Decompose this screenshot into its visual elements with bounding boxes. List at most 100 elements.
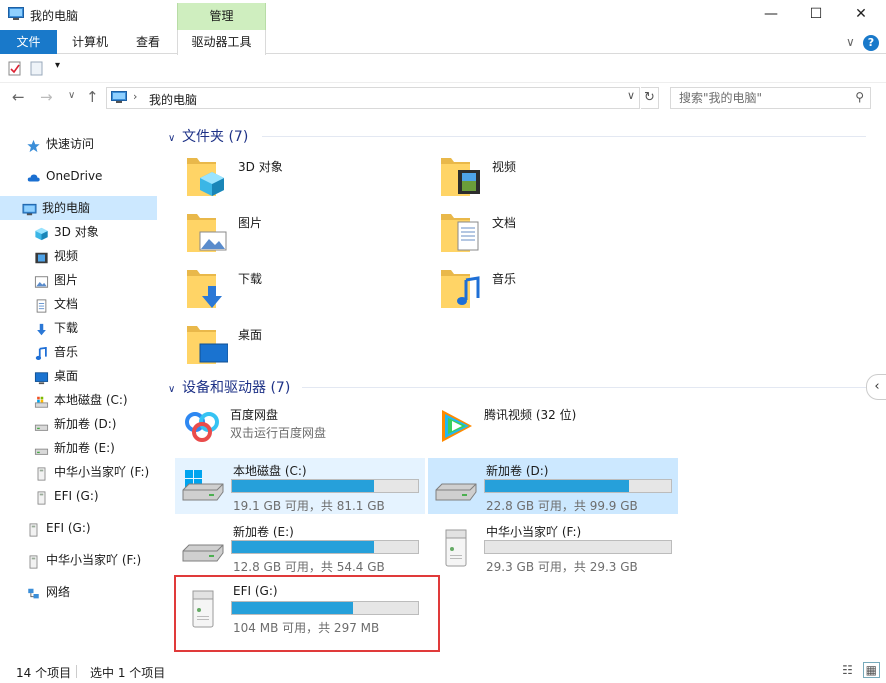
usb-drive-icon — [26, 553, 41, 569]
tab-drive-tools[interactable]: 驱动器工具 — [177, 30, 266, 55]
folder-item[interactable]: 图片 — [186, 208, 416, 256]
properties-icon[interactable] — [8, 61, 22, 79]
search-input[interactable] — [671, 88, 841, 108]
manage-context-tab[interactable]: 管理 — [177, 3, 266, 30]
sidebar-item-video[interactable]: 视频 — [0, 244, 158, 268]
sidebar-item-label: 我的电脑 — [42, 201, 91, 215]
sidebar-item-label: 中华小当家吖 (F:) — [46, 553, 142, 567]
folder-item[interactable]: 视频 — [440, 152, 670, 200]
baidu-netdisk-icon — [185, 412, 219, 442]
app-tencent-video[interactable]: 腾讯视频 (32 位) — [428, 402, 678, 452]
desktop-icon — [34, 369, 49, 385]
search-box[interactable]: ⚲ — [670, 87, 871, 109]
app-baidu-netdisk[interactable]: 百度网盘 双击运行百度网盘 — [174, 402, 424, 452]
sidebar-item-usb-drive[interactable]: EFI (G:) — [0, 516, 158, 540]
sidebar-item-picture[interactable]: 图片 — [0, 268, 158, 292]
sidebar-item-desktop[interactable]: 桌面 — [0, 364, 158, 388]
hard-drive-icon — [179, 529, 227, 567]
sidebar-item-usb-drive[interactable]: EFI (G:) — [0, 484, 158, 508]
address-bar[interactable]: › 我的电脑 ∨ — [106, 87, 640, 109]
large-icons-view-icon[interactable]: ▦ — [862, 662, 880, 678]
drive-space-info: 29.3 GB 可用，共 29.3 GB — [486, 560, 638, 574]
drive-name: 中华小当家吖 (F:) — [486, 525, 582, 539]
folder-item[interactable]: 音乐 — [440, 264, 670, 312]
drive-space-info: 19.1 GB 可用，共 81.1 GB — [233, 499, 385, 513]
minimize-button[interactable]: — — [748, 0, 794, 30]
usb-drive-icon — [34, 489, 49, 505]
sidebar-item-label: 下载 — [54, 321, 79, 335]
collapse-ribbon-icon[interactable]: ∨ — [846, 35, 855, 49]
sidebar-item-cloud[interactable]: OneDrive — [0, 164, 158, 188]
collapse-chevron-icon[interactable]: ∨ — [168, 133, 182, 144]
drive-item[interactable]: 中华小当家吖 (F:) 29.3 GB 可用，共 29.3 GB — [428, 519, 678, 575]
sidebar-item-label: EFI (G:) — [54, 489, 99, 503]
window-title: 我的电脑 — [30, 9, 79, 23]
picture-folder-icon — [186, 208, 228, 254]
group-divider — [302, 387, 866, 388]
sidebar-item-network[interactable]: 网络 — [0, 580, 158, 604]
folder-item[interactable]: 下载 — [186, 264, 416, 312]
sidebar-item-drive[interactable]: 新加卷 (E:) — [0, 436, 158, 460]
sidebar-item-label: 新加卷 (E:) — [54, 441, 115, 455]
sidebar-item-usb-drive[interactable]: 中华小当家吖 (F:) — [0, 548, 158, 572]
maximize-button[interactable]: ☐ — [793, 0, 839, 30]
drive-usage-bar — [231, 479, 419, 493]
sidebar-item-music[interactable]: 音乐 — [0, 340, 158, 364]
close-button[interactable]: ✕ — [838, 0, 884, 30]
drive-usage-bar — [484, 540, 672, 554]
sidebar-item-usb-drive[interactable]: 中华小当家吖 (F:) — [0, 460, 158, 484]
sidebar-item-star[interactable]: 快速访问 — [0, 132, 158, 156]
drive-item[interactable]: 本地磁盘 (C:) 19.1 GB 可用，共 81.1 GB — [175, 458, 425, 514]
breadcrumb-separator-icon[interactable]: › — [133, 90, 137, 103]
drive-item[interactable]: 新加卷 (D:) 22.8 GB 可用，共 99.9 GB — [428, 458, 678, 514]
item-count: 14 个项目 — [16, 666, 72, 680]
sidebar-item-download[interactable]: 下载 — [0, 316, 158, 340]
customize-qat-icon[interactable]: ▾ — [55, 60, 60, 71]
sidebar-item-cube[interactable]: 3D 对象 — [0, 220, 158, 244]
sidebar-item-drive[interactable]: 新加卷 (D:) — [0, 412, 158, 436]
video-folder-icon — [440, 152, 482, 198]
sidebar-item-document[interactable]: 文档 — [0, 292, 158, 316]
sidebar-item-drive-c[interactable]: 本地磁盘 (C:) — [0, 388, 158, 412]
group-divider — [262, 136, 866, 137]
help-icon[interactable]: ? — [863, 35, 879, 51]
tab-file[interactable]: 文件 — [0, 30, 57, 54]
details-view-icon[interactable]: ☷ — [842, 663, 853, 677]
desktop-folder-icon — [186, 320, 229, 366]
search-icon: ⚲ — [855, 90, 864, 104]
folder-item[interactable]: 桌面 — [186, 320, 416, 368]
new-folder-icon[interactable] — [30, 61, 44, 79]
devices-group-header[interactable]: ∨ 设备和驱动器 (7) — [168, 377, 868, 397]
drive-c-icon — [34, 393, 49, 408]
forward-arrow-icon[interactable]: → — [40, 88, 53, 106]
folders-group-header[interactable]: ∨ 文件夹 (7) — [168, 126, 868, 146]
sidebar-item-label: 快速访问 — [46, 137, 95, 151]
collapse-panel-chevron-icon[interactable]: ‹ — [866, 374, 886, 400]
tencent-video-icon — [442, 410, 472, 442]
drive-item[interactable]: 新加卷 (E:) 12.8 GB 可用，共 54.4 GB — [175, 519, 425, 575]
folder-item[interactable]: 文档 — [440, 208, 670, 256]
tab-view[interactable]: 查看 — [126, 30, 170, 54]
video-icon — [34, 249, 49, 264]
navigation-pane: 快速访问 OneDrive 我的电脑 3D 对象视频图片 文档下载音乐 桌面 本地磁盘 (C… — [0, 118, 160, 658]
breadcrumb[interactable]: 我的电脑 — [149, 91, 197, 108]
collapse-chevron-icon[interactable]: ∨ — [168, 384, 182, 395]
drive-usage-fill — [232, 480, 375, 492]
selected-count: 选中 1 个项目 — [90, 666, 166, 680]
view-toggle: ☷ ▦ — [842, 662, 880, 678]
devices-header-label: 设备和驱动器 (7) — [182, 380, 291, 396]
sidebar-item-label: OneDrive — [46, 169, 103, 183]
folder-item[interactable]: 3D 对象 — [186, 152, 416, 200]
back-arrow-icon[interactable]: ← — [12, 88, 25, 106]
sidebar-item-label: 网络 — [46, 585, 71, 599]
recent-locations-icon[interactable]: ∨ — [68, 90, 75, 101]
sidebar-item-computer[interactable]: 我的电脑 — [0, 196, 157, 220]
address-dropdown-icon[interactable]: ∨ — [627, 89, 635, 102]
up-arrow-icon[interactable]: ↑ — [86, 88, 99, 106]
tab-computer[interactable]: 计算机 — [64, 30, 116, 54]
computer-icon — [22, 201, 37, 216]
drive-usage-fill — [485, 480, 629, 492]
refresh-button[interactable]: ↻ — [641, 87, 659, 109]
sidebar-item-label: 视频 — [54, 249, 79, 263]
sidebar-item-label: 新加卷 (D:) — [54, 417, 117, 431]
